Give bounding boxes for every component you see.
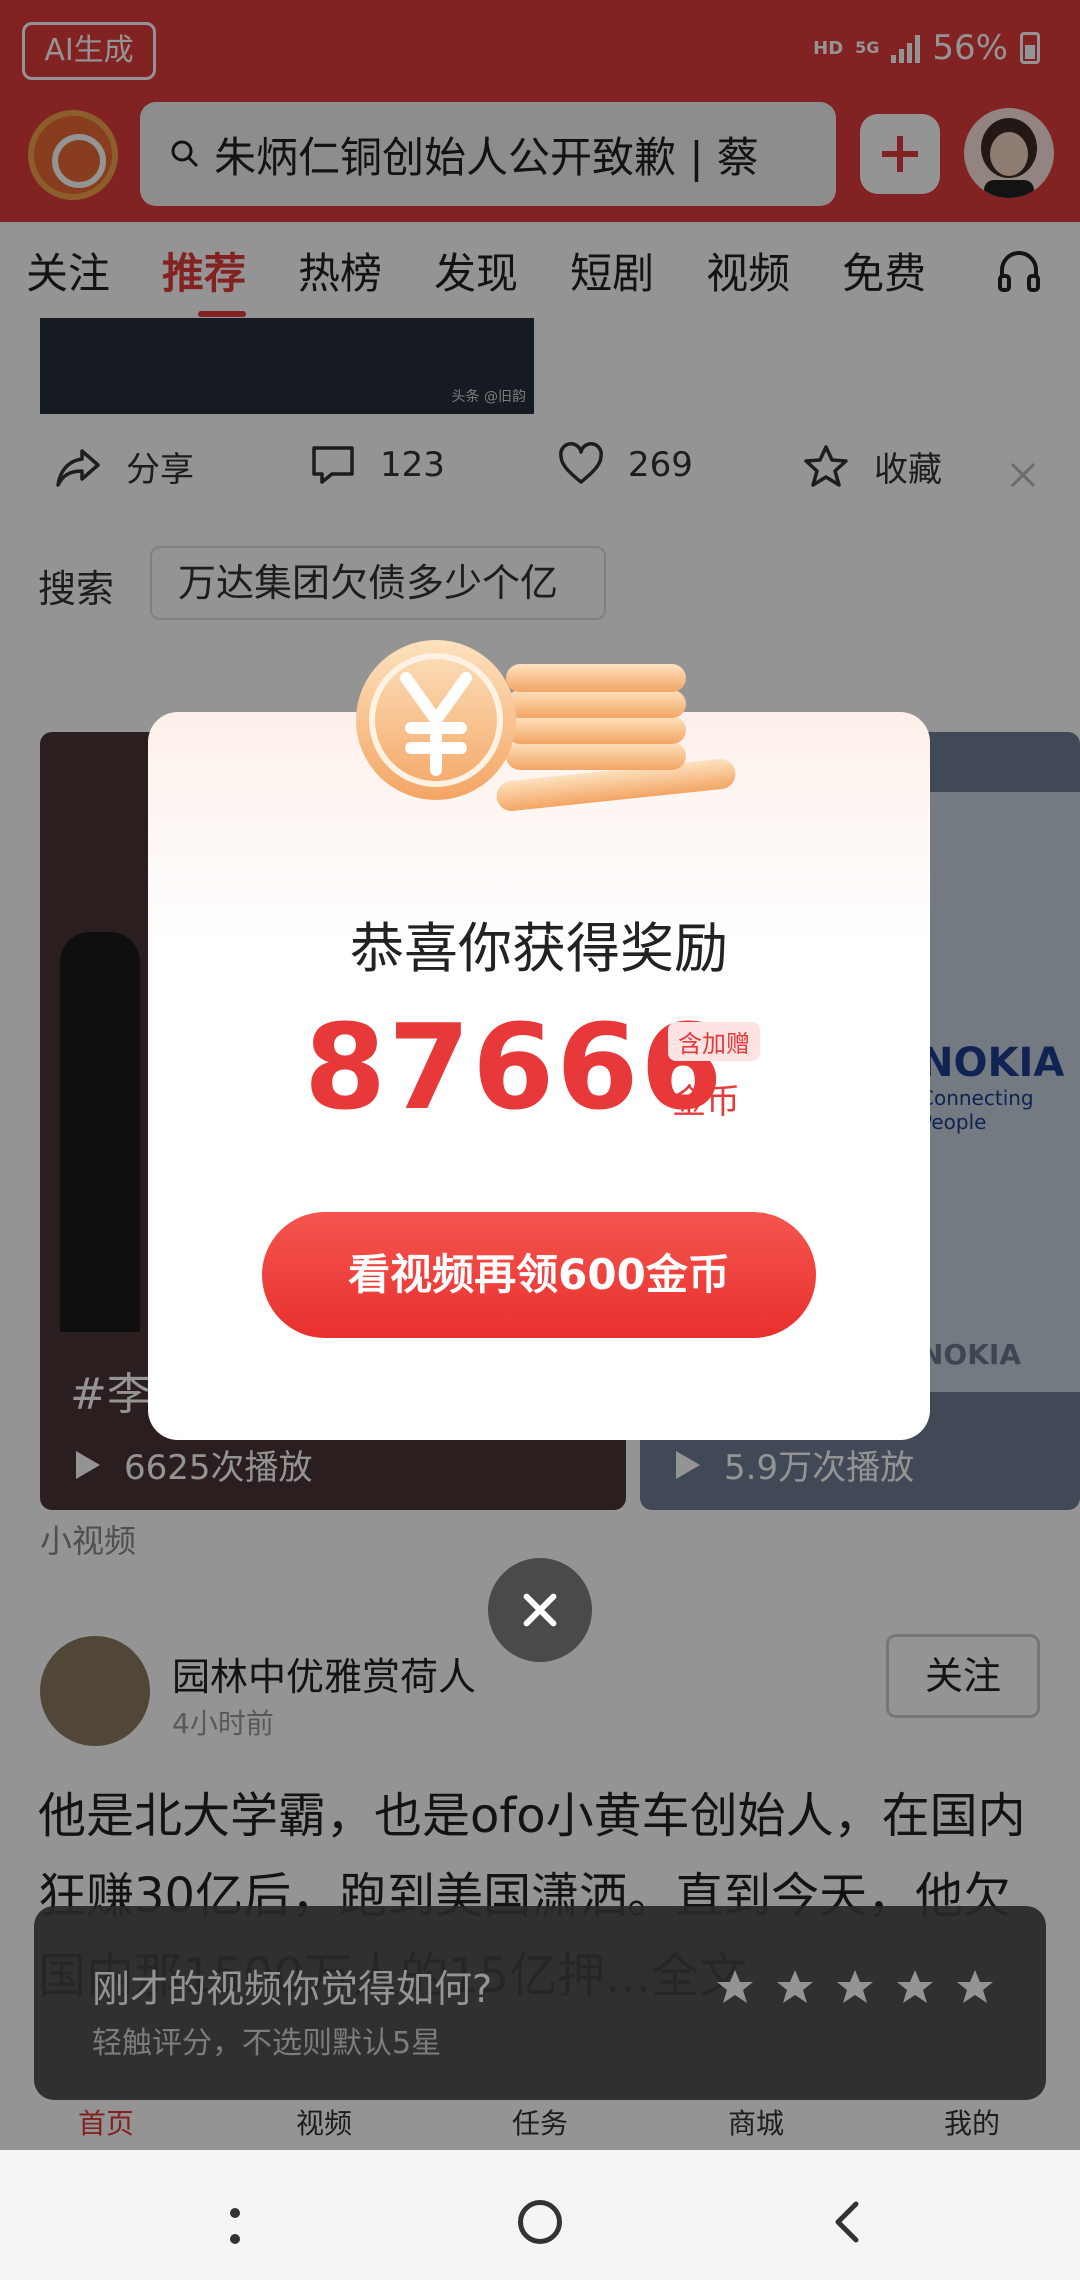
home-icon[interactable] (518, 2200, 562, 2244)
system-navigation-bar (0, 2150, 1080, 2280)
reward-amount: 87666 (304, 998, 725, 1136)
reward-bonus-tag: 含加赠 (668, 1022, 760, 1061)
back-icon[interactable] (826, 2198, 866, 2246)
reward-dialog: 恭喜你获得奖励 87666 含加赠 金币 看视频再领600金币 (148, 712, 930, 1440)
reward-title: 恭喜你获得奖励 (350, 917, 728, 980)
reward-unit: 金币 (672, 1082, 740, 1122)
watch-video-button[interactable]: 看视频再领600金币 (262, 1212, 816, 1338)
recent-apps-icon[interactable] (230, 2208, 240, 2244)
close-dialog-button[interactable] (488, 1558, 592, 1662)
coins-icon (356, 640, 736, 811)
app-screen: AI生成 HD 5G 56% 朱炳仁铜创始人公开致歉 | 蔡 关注 推荐 热榜 … (0, 0, 1080, 2280)
